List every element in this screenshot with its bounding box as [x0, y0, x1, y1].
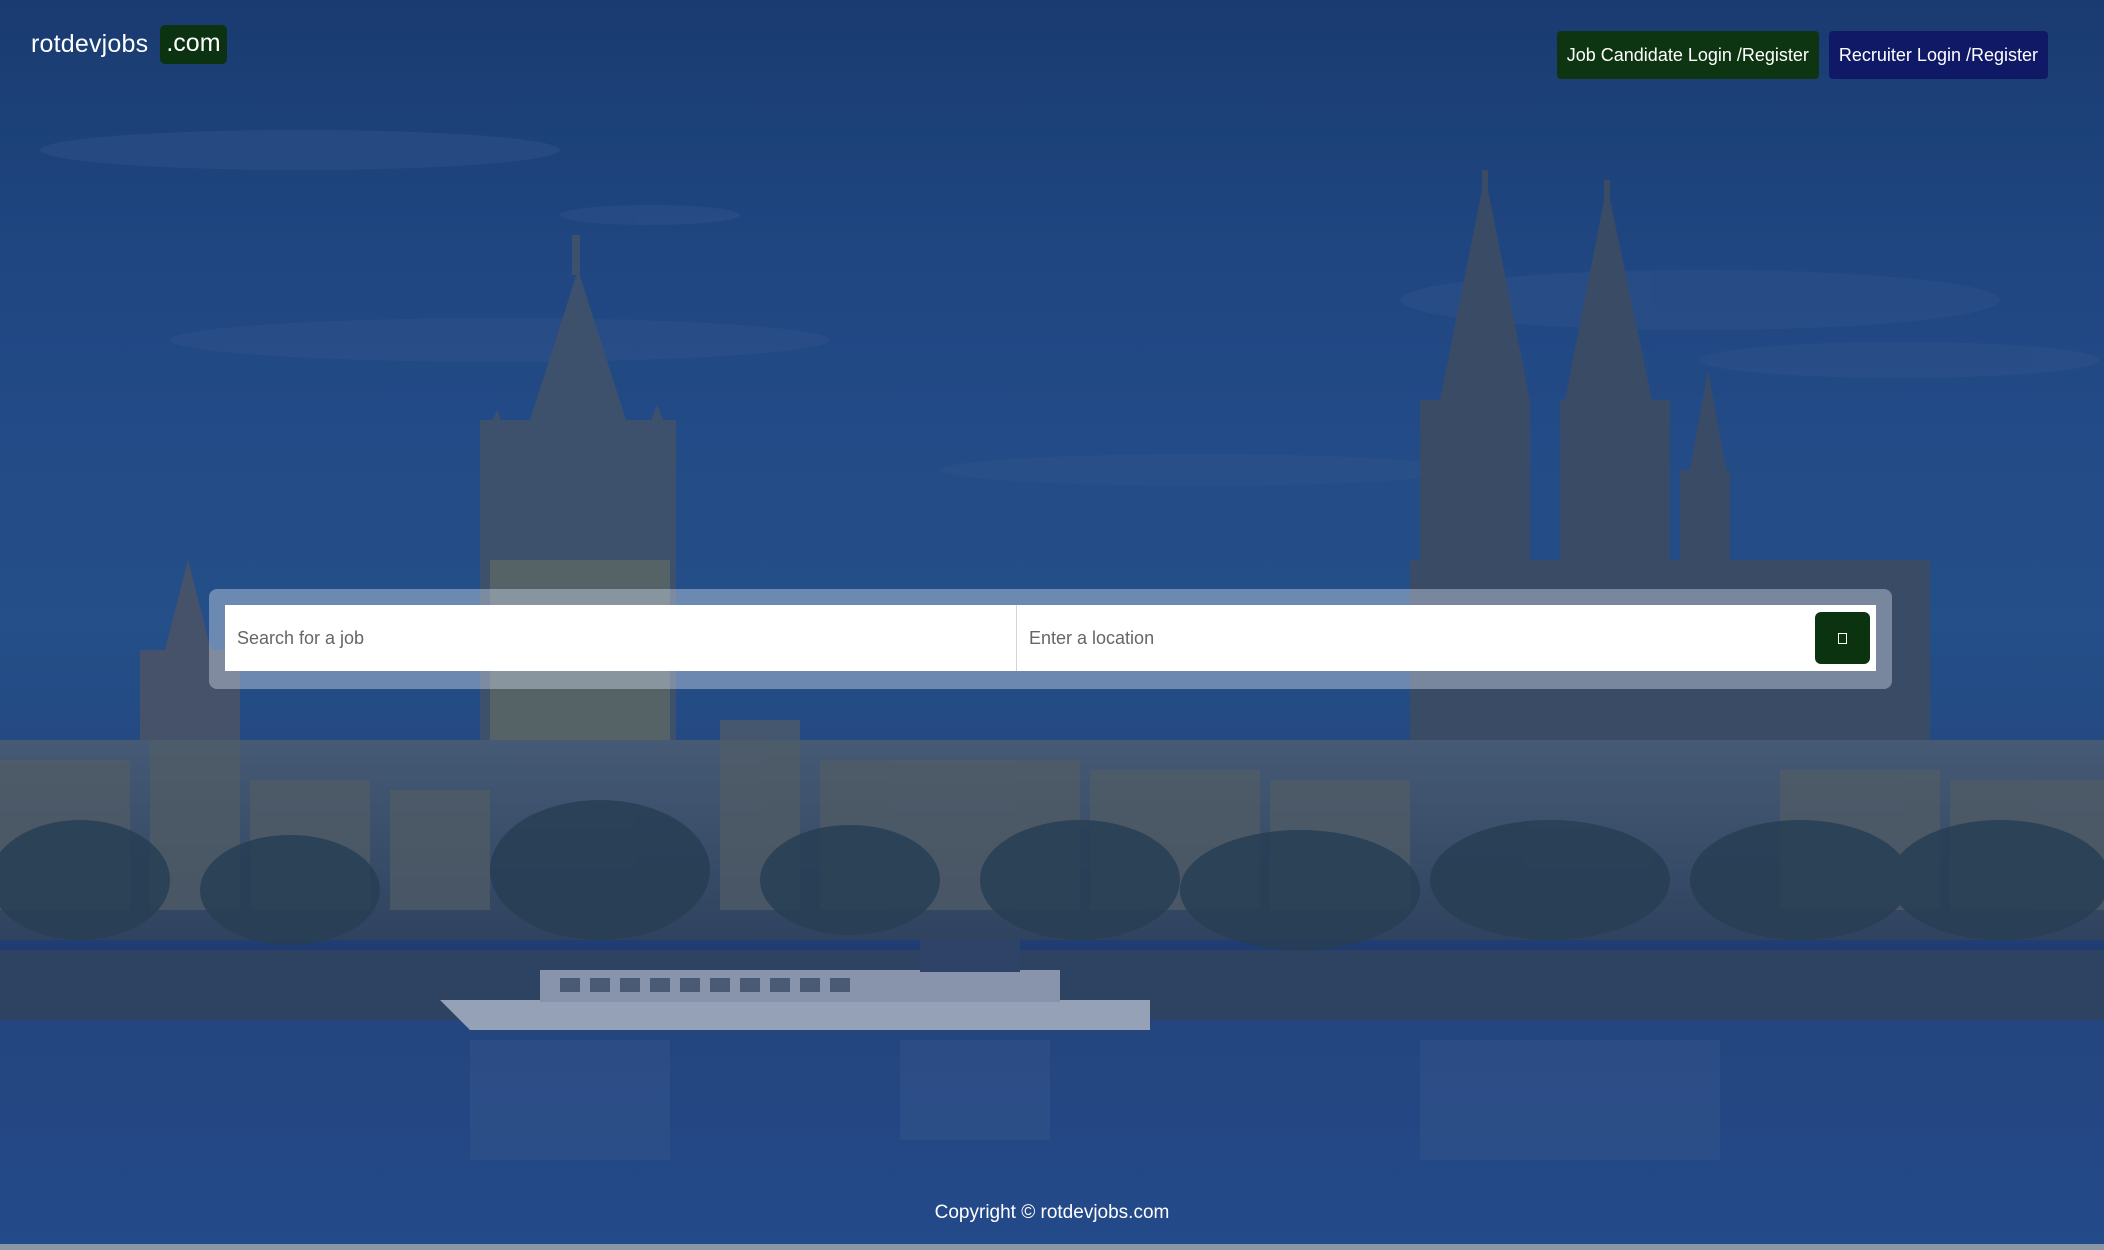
search-panel — [209, 589, 1892, 689]
recruiter-login-button[interactable]: Recruiter Login /Register — [1828, 31, 2048, 79]
search-bar — [225, 605, 1876, 671]
search-button[interactable] — [1815, 612, 1870, 664]
brand-name: rotdevjobs — [31, 30, 149, 58]
landing-page: rotdevjobs .com Job Candidate Login /Reg… — [0, 0, 2104, 1250]
location-input[interactable] — [1017, 605, 1811, 671]
brand-logo[interactable]: rotdevjobs .com — [31, 25, 227, 64]
search-icon — [1838, 632, 1847, 644]
auth-buttons: Job Candidate Login /Register Recruiter … — [1556, 31, 2048, 79]
bottom-strip — [0, 1244, 2104, 1250]
copyright-text: Copyright © rotdevjobs.com — [934, 1202, 1170, 1223]
brand-tld-badge: .com — [160, 25, 227, 64]
candidate-login-button[interactable]: Job Candidate Login /Register — [1556, 31, 1819, 79]
job-search-input[interactable] — [225, 605, 1017, 671]
